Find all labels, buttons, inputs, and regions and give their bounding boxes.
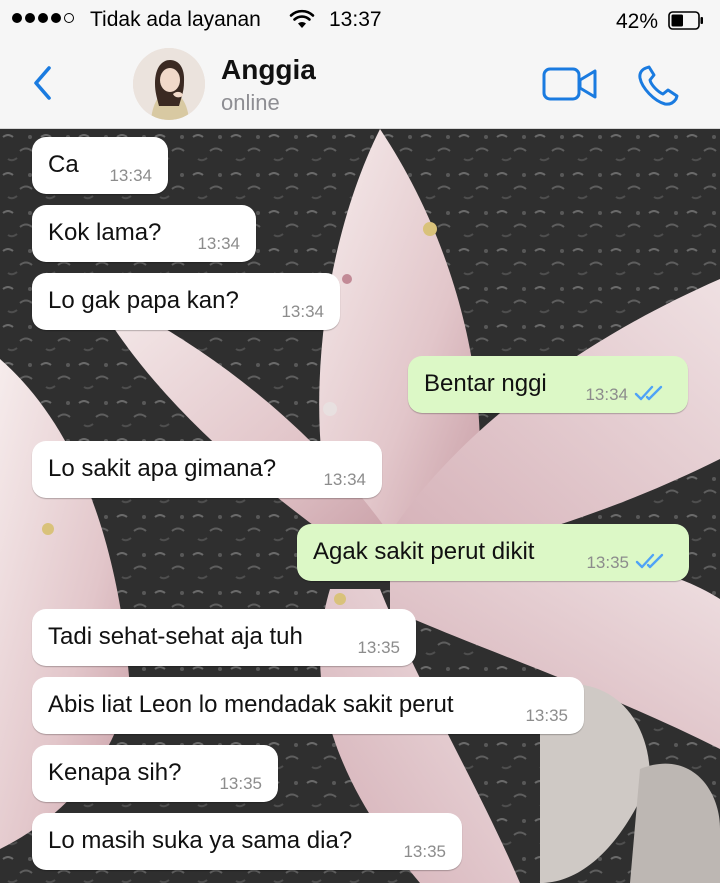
signal-strength-icon xyxy=(12,13,74,23)
message-bubble-incoming[interactable]: Abis liat Leon lo mendadak sakit perut 1… xyxy=(32,677,584,734)
chevron-left-icon[interactable] xyxy=(30,62,56,104)
message-time: 13:34 xyxy=(109,166,152,185)
message-time: 13:35 xyxy=(219,774,262,793)
battery-percent: 42% xyxy=(616,10,659,33)
message-text: Abis liat Leon lo mendadak sakit perut xyxy=(48,691,454,718)
message-time: 13:35 xyxy=(586,553,629,572)
read-ticks-icon xyxy=(634,385,663,401)
video-camera-icon[interactable] xyxy=(542,66,598,102)
message-text: Kenapa sih? xyxy=(48,759,182,786)
message-bubble-incoming[interactable]: Kok lama? 13:34 xyxy=(32,205,256,262)
message-time: 13:35 xyxy=(525,706,568,725)
message-time: 13:34 xyxy=(323,470,366,489)
message-text: Lo sakit apa gimana? xyxy=(48,455,277,482)
message-text: Tadi sehat-sehat aja tuh xyxy=(48,623,303,650)
message-text: Kok lama? xyxy=(48,219,162,246)
phone-icon[interactable] xyxy=(636,64,680,108)
chat-header: Anggia online xyxy=(0,40,720,129)
message-bubble-incoming[interactable]: Lo masih suka ya sama dia? 13:35 xyxy=(32,813,462,870)
battery-icon xyxy=(668,11,703,30)
message-bubble-incoming[interactable]: Kenapa sih? 13:35 xyxy=(32,745,278,802)
message-bubble-incoming[interactable]: Ca 13:34 xyxy=(32,137,168,194)
message-time: 13:34 xyxy=(197,234,240,253)
message-time: 13:35 xyxy=(357,638,400,657)
status-bar: Tidak ada layanan 13:37 42% xyxy=(0,0,720,40)
message-bubble-incoming[interactable]: Lo sakit apa gimana? 13:34 xyxy=(32,441,382,498)
contact-name[interactable]: Anggia xyxy=(221,54,316,86)
message-time: 13:35 xyxy=(403,842,446,861)
chat-area[interactable]: Ca 13:34 Kok lama? 13:34 Lo gak papa kan… xyxy=(0,129,720,883)
message-bubble-incoming[interactable]: Lo gak papa kan? 13:34 xyxy=(32,273,340,330)
status-time: 13:37 xyxy=(329,8,382,31)
read-ticks-icon xyxy=(635,553,664,569)
message-bubble-outgoing[interactable]: Bentar nggi 13:34 xyxy=(408,356,688,413)
message-text: Lo masih suka ya sama dia? xyxy=(48,827,353,854)
message-text: Lo gak papa kan? xyxy=(48,287,239,314)
contact-status: online xyxy=(221,90,280,115)
message-time: 13:34 xyxy=(585,385,628,404)
carrier-label: Tidak ada layanan xyxy=(90,8,261,31)
avatar[interactable] xyxy=(133,48,205,120)
message-bubble-outgoing[interactable]: Agak sakit perut dikit 13:35 xyxy=(297,524,689,581)
wifi-icon xyxy=(289,9,315,28)
message-text: Agak sakit perut dikit xyxy=(313,538,535,565)
message-time: 13:34 xyxy=(281,302,324,321)
message-text: Bentar nggi xyxy=(424,370,547,397)
message-bubble-incoming[interactable]: Tadi sehat-sehat aja tuh 13:35 xyxy=(32,609,416,666)
message-text: Ca xyxy=(48,151,79,178)
